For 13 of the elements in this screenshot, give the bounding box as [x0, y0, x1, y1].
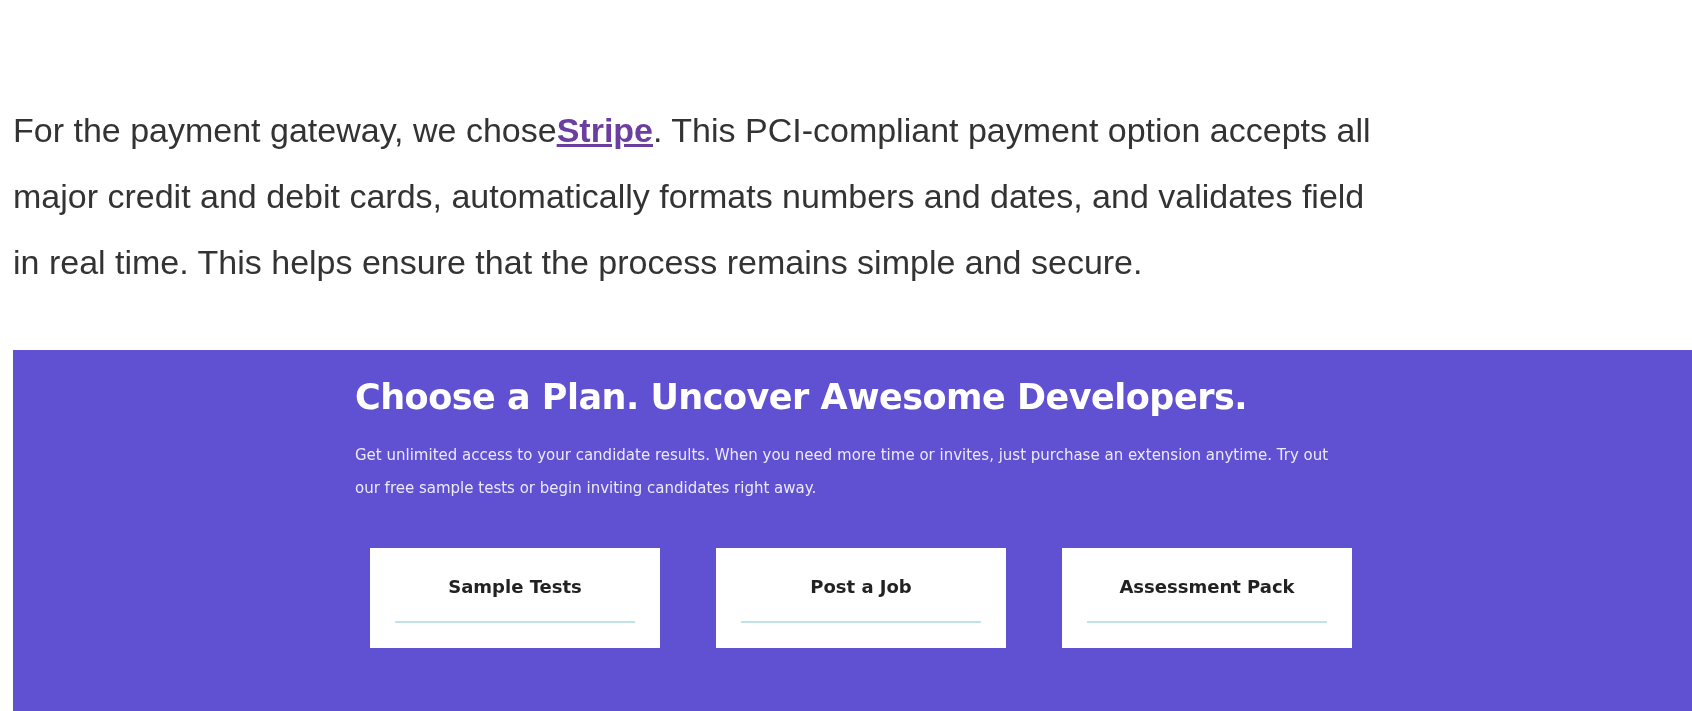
plan-name: Post a Job — [810, 576, 912, 597]
plan-name: Sample Tests — [448, 576, 582, 597]
banner-description: Get unlimited access to your candidate results. When you need more time or invites, just purchase an extension anytime. Try out our free sample tests or begin inviting candidates right away. — [355, 445, 1330, 499]
paragraph-text: major credit and debit cards, automatically formats numbers and dates, and validates field — [13, 176, 1365, 217]
paragraph-text: For the payment gateway, we chose — [13, 110, 557, 151]
plan-card[interactable]: Post a Job — [716, 548, 1006, 648]
banner-title: Choose a Plan. Uncover Awesome Developers. — [355, 377, 1248, 417]
stripe-link[interactable]: Stripe — [556, 97, 653, 163]
plan-name: Assessment Pack — [1119, 576, 1295, 597]
paragraph-text: . This PCI-compliant payment option accepts all — [653, 110, 1371, 151]
paragraph-text: in real time. This helps ensure that the process remains simple and secure. — [13, 242, 1143, 283]
plan-card[interactable]: Sample Tests — [370, 548, 660, 648]
plan-card[interactable]: Assessment Pack — [1062, 548, 1352, 648]
